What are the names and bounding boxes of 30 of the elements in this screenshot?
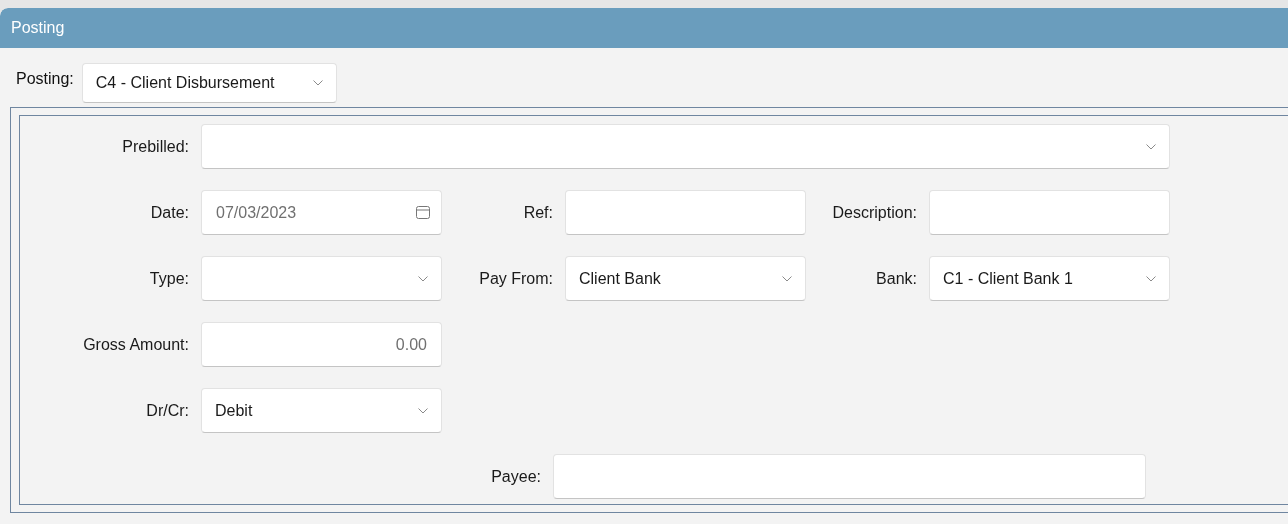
dropdown[interactable]: Debit (201, 388, 442, 433)
field-label: Dr/Cr: (145, 401, 189, 420)
field-label: Bank: (875, 269, 917, 288)
chevron-down-icon (418, 275, 428, 282)
field-label: Payee: (490, 467, 541, 486)
field-label: Description: (831, 203, 917, 222)
chevron-down-icon (418, 407, 428, 414)
dropdown[interactable]: C4 - Client Disbursement (81, 63, 337, 103)
dropdown[interactable] (201, 256, 442, 301)
dropdown[interactable] (201, 124, 1170, 169)
input-field[interactable] (553, 454, 1146, 499)
field-label: Gross Amount: (82, 335, 189, 354)
field-label: Prebilled: (121, 137, 189, 156)
input-field[interactable]: 0.00 (201, 322, 442, 367)
date-field[interactable]: 07/03/2023 (201, 190, 442, 235)
field-label: Pay From: (478, 269, 553, 288)
panel-title: Posting (11, 19, 65, 37)
dropdown[interactable]: C1 - Client Bank 1 (929, 256, 1170, 301)
chevron-down-icon (1146, 143, 1156, 150)
field-label: Date: (149, 203, 189, 222)
field-label: Ref: (522, 203, 553, 222)
input-field[interactable] (565, 190, 806, 235)
chevron-down-icon (1146, 275, 1156, 282)
dropdown[interactable]: Client Bank (565, 256, 806, 301)
chevron-down-icon (312, 80, 323, 86)
field-label: Type: (148, 269, 189, 288)
chevron-down-icon (782, 275, 792, 282)
field-label: Posting: (16, 70, 74, 88)
input-field[interactable] (929, 190, 1170, 235)
calendar-icon (416, 206, 430, 219)
